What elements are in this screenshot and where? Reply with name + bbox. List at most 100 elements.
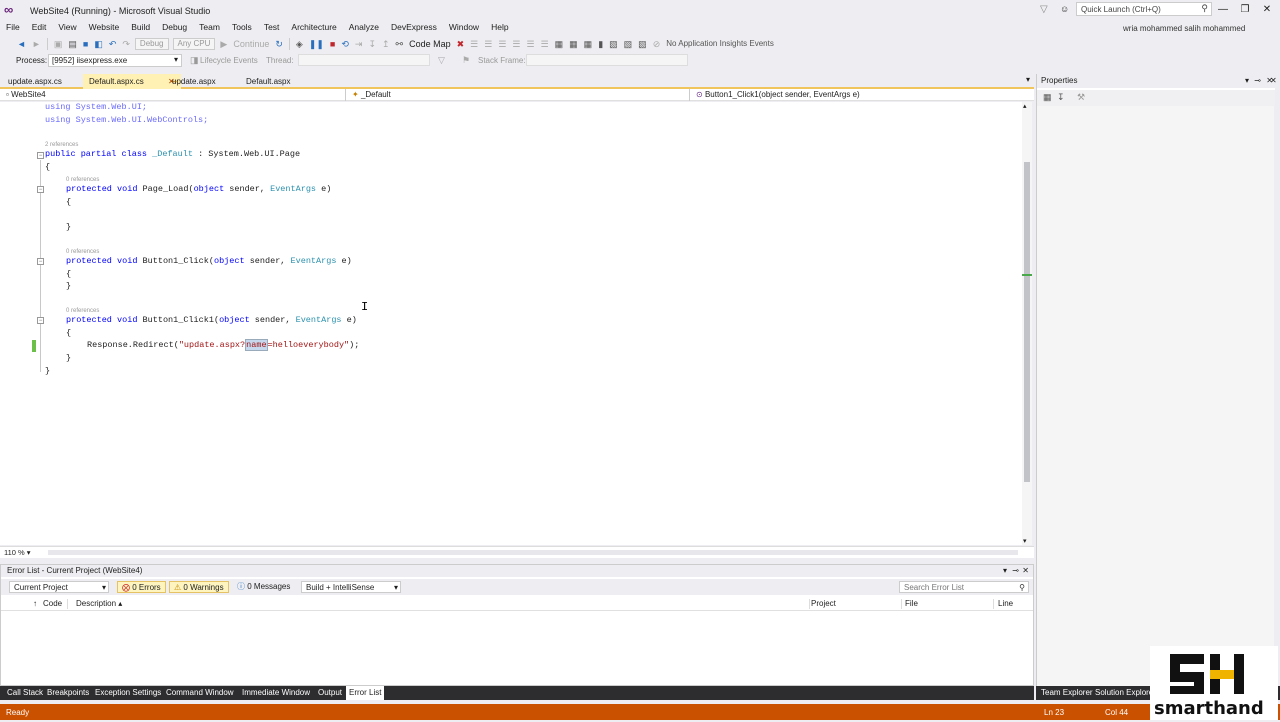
column-file[interactable]: File bbox=[905, 599, 918, 608]
undo-icon[interactable]: ↶ bbox=[106, 36, 120, 52]
toolbar-icon-a[interactable]: ☰ bbox=[467, 36, 481, 52]
errors-filter-button[interactable]: ⨂ 0 Errors bbox=[117, 581, 166, 593]
scope-select[interactable]: Current Project ▾ bbox=[9, 581, 109, 593]
tab-output[interactable]: Output bbox=[315, 686, 345, 700]
code-map-icon[interactable]: ⚯ bbox=[393, 36, 407, 52]
project-dropdown[interactable]: ▫ WebSite4 bbox=[0, 89, 346, 101]
user-name[interactable]: wria mohammed salih mohammed bbox=[1123, 24, 1245, 33]
filter-icon[interactable]: ▽ bbox=[1040, 4, 1048, 15]
column-code[interactable]: Code bbox=[43, 599, 62, 608]
toolbar-icon-d[interactable]: ☰ bbox=[509, 36, 523, 52]
scroll-up-icon[interactable]: ▴ bbox=[1023, 102, 1027, 110]
code-map-button[interactable]: Code Map bbox=[406, 36, 454, 52]
feedback-icon[interactable]: ☺ bbox=[1060, 4, 1069, 14]
restart-icon[interactable]: ⟲ bbox=[338, 36, 352, 52]
build-filter-select[interactable]: Build + IntelliSense ▾ bbox=[301, 581, 401, 593]
collapse-icon[interactable]: − bbox=[37, 152, 44, 159]
toolbar-icon-i[interactable]: ▦ bbox=[581, 36, 596, 52]
toolbar-icon-j[interactable]: ▧ bbox=[606, 36, 621, 52]
alphabetical-icon[interactable]: ↧ bbox=[1057, 92, 1065, 103]
solution-platform-select[interactable]: Any CPU bbox=[172, 38, 216, 50]
save-icon[interactable]: ■ bbox=[80, 36, 91, 52]
messages-filter-button[interactable]: ⓘ 0 Messages bbox=[233, 581, 294, 593]
toolbar-icon-k[interactable]: ▧ bbox=[621, 36, 636, 52]
close-icon[interactable]: ✕ bbox=[1268, 74, 1279, 87]
step-into-icon[interactable]: ↧ bbox=[365, 36, 379, 52]
toolbar-icon-c[interactable]: ☰ bbox=[495, 36, 509, 52]
tab-update-aspx[interactable]: update.aspx bbox=[166, 74, 222, 89]
codelens-references[interactable]: 0 references bbox=[66, 176, 99, 184]
menu-team[interactable]: Team bbox=[193, 20, 226, 35]
continue-icon[interactable]: ▶ bbox=[217, 36, 230, 52]
panel-menu-icon[interactable]: ▾ bbox=[1245, 74, 1249, 88]
menu-window[interactable]: Window bbox=[443, 20, 485, 35]
menu-devexpress[interactable]: DevExpress bbox=[385, 20, 443, 35]
column-description[interactable]: Description ▴ bbox=[76, 599, 122, 608]
open-file-icon[interactable]: ▤ bbox=[65, 36, 80, 52]
solution-config-select[interactable]: Debug bbox=[134, 38, 169, 50]
menu-help[interactable]: Help bbox=[485, 20, 514, 35]
codelens-references[interactable]: 0 references bbox=[66, 248, 99, 256]
collapse-icon[interactable]: − bbox=[37, 186, 44, 193]
step-out-icon[interactable]: ↥ bbox=[379, 36, 393, 52]
code-editor[interactable]: using System.Web.UI; using System.Web.UI… bbox=[0, 102, 1022, 545]
close-window-button[interactable]: ✕ bbox=[1256, 2, 1278, 18]
thread-select[interactable] bbox=[298, 54, 430, 66]
tab-command-window[interactable]: Command Window bbox=[163, 686, 237, 700]
codelens-references[interactable]: 2 references bbox=[45, 141, 78, 149]
minimize-button[interactable]: — bbox=[1212, 2, 1234, 18]
quick-launch-input[interactable]: Quick Launch (Ctrl+Q) ⚲ bbox=[1076, 2, 1212, 16]
stop-icon[interactable]: ■ bbox=[327, 36, 338, 52]
breakpoint-toggle-icon[interactable]: ✖ bbox=[454, 36, 468, 52]
panel-menu-icon[interactable]: ▾ bbox=[1003, 565, 1007, 577]
zoom-level-select[interactable]: 110 % ▾ bbox=[4, 548, 31, 557]
class-dropdown[interactable]: ✦ _Default bbox=[346, 89, 690, 101]
editor-vertical-scrollbar[interactable]: ▴ ▾ bbox=[1022, 102, 1032, 545]
menu-architecture[interactable]: Architecture bbox=[285, 20, 342, 35]
step-over-icon[interactable]: ⇥ bbox=[352, 36, 366, 52]
menu-edit[interactable]: Edit bbox=[26, 20, 53, 35]
editor-horizontal-scrollbar[interactable] bbox=[48, 550, 1018, 555]
scroll-down-icon[interactable]: ▾ bbox=[1023, 537, 1027, 545]
search-error-list-input[interactable]: Search Error List ⚲ bbox=[899, 581, 1029, 593]
column-line[interactable]: Line bbox=[998, 599, 1013, 608]
back-icon[interactable]: ◄ bbox=[14, 36, 29, 52]
toolbar-icon-h[interactable]: ▦ bbox=[566, 36, 581, 52]
tab-exception-settings[interactable]: Exception Settings bbox=[92, 686, 164, 700]
property-pages-icon[interactable]: ⚒ bbox=[1077, 92, 1085, 103]
bookmark-icon[interactable]: ▮ bbox=[595, 36, 606, 52]
lifecycle-events-select[interactable]: Lifecycle Events bbox=[200, 56, 258, 65]
menu-test[interactable]: Test bbox=[258, 20, 286, 35]
tab-update-aspx-cs[interactable]: update.aspx.cs bbox=[2, 74, 68, 89]
continue-button[interactable]: Continue bbox=[230, 36, 272, 52]
tab-overflow-icon[interactable]: ▾ bbox=[1026, 75, 1030, 84]
member-dropdown[interactable]: ⊙ Button1_Click1(object sender, EventArg… bbox=[690, 89, 1034, 101]
column-project[interactable]: Project bbox=[811, 599, 836, 608]
tab-solution-explorer[interactable]: Solution Explorer bbox=[1092, 686, 1159, 700]
save-all-icon[interactable]: ◧ bbox=[91, 36, 106, 52]
pin-icon[interactable]: ⊸ bbox=[1254, 74, 1261, 88]
toolbar-icon-g[interactable]: ▦ bbox=[552, 36, 567, 52]
close-icon[interactable]: ✕ bbox=[1022, 565, 1029, 577]
categorized-icon[interactable]: ▦ bbox=[1043, 92, 1052, 103]
menu-build[interactable]: Build bbox=[125, 20, 156, 35]
codelens-references[interactable]: 0 references bbox=[66, 307, 99, 315]
menu-tools[interactable]: Tools bbox=[226, 20, 258, 35]
pin-icon[interactable]: ⊸ bbox=[1012, 565, 1019, 577]
collapse-icon[interactable]: − bbox=[37, 317, 44, 324]
menu-analyze[interactable]: Analyze bbox=[343, 20, 385, 35]
menu-file[interactable]: File bbox=[0, 20, 26, 35]
warnings-filter-button[interactable]: ⚠ 0 Warnings bbox=[169, 581, 229, 593]
maximize-button[interactable]: ❐ bbox=[1234, 2, 1256, 18]
redo-icon[interactable]: ↷ bbox=[119, 36, 133, 52]
toolbar-icon-f[interactable]: ☰ bbox=[538, 36, 552, 52]
tab-breakpoints[interactable]: Breakpoints bbox=[44, 686, 92, 700]
process-select[interactable]: [9952] iisexpress.exe ▾ bbox=[48, 54, 182, 67]
browser-link-icon[interactable]: ◈ bbox=[293, 36, 306, 52]
toolbar-icon-b[interactable]: ☰ bbox=[481, 36, 495, 52]
application-insights-label[interactable]: No Application Insights Events bbox=[663, 36, 777, 52]
toolbar-icon-l[interactable]: ▧ bbox=[635, 36, 650, 52]
tab-immediate-window[interactable]: Immediate Window bbox=[239, 686, 313, 700]
menu-view[interactable]: View bbox=[52, 20, 82, 35]
menu-debug[interactable]: Debug bbox=[156, 20, 193, 35]
